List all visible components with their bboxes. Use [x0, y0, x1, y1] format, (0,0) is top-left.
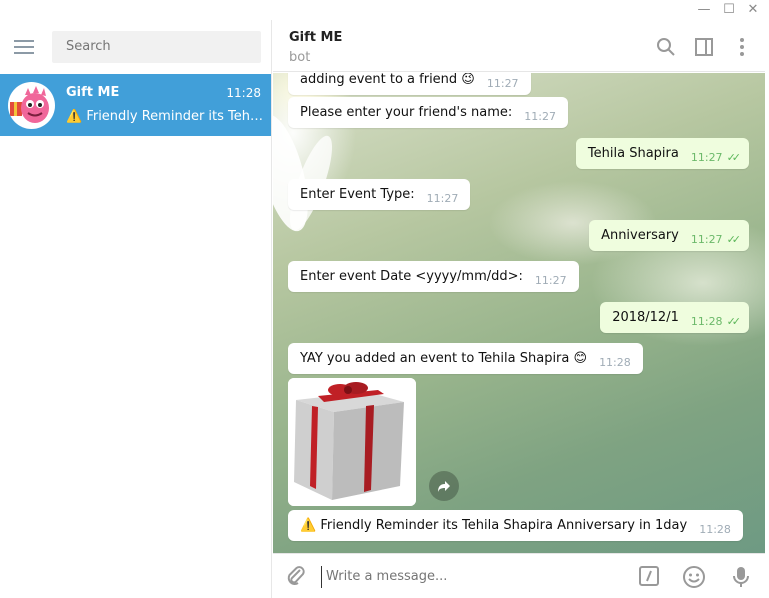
- scrollbar[interactable]: [765, 20, 769, 598]
- bot-command-icon[interactable]: [637, 565, 661, 589]
- chat-header: Gift ME bot: [273, 20, 769, 72]
- avatar: [8, 82, 55, 129]
- message-in: Enter Event Type: 11:27: [288, 179, 471, 210]
- message-in: adding event to a friend 😉 11:27: [288, 73, 531, 95]
- gift-photo[interactable]: [288, 378, 416, 506]
- search-input[interactable]: [52, 31, 261, 63]
- emoji-icon[interactable]: [682, 565, 706, 589]
- message-out: Anniversary 11:27 ✓✓: [589, 220, 749, 251]
- chat-list-item[interactable]: Gift ME 11:28 ⚠️ Friendly Reminder its T…: [0, 74, 271, 136]
- message-in: YAY you added an event to Tehila Shapira…: [288, 343, 643, 374]
- message-input[interactable]: [321, 566, 621, 588]
- message-in: Enter event Date <yyyy/mm/dd>: 11:27: [288, 261, 579, 292]
- read-ticks-icon: ✓✓: [726, 315, 742, 328]
- search-icon[interactable]: [655, 36, 677, 58]
- sidebar: Gift ME 11:28 ⚠️ Friendly Reminder its T…: [0, 20, 272, 598]
- message-composer: [273, 553, 769, 598]
- message-out: 2018/12/1 11:28 ✓✓: [600, 302, 749, 333]
- message-in: ⚠️ Friendly Reminder its Tehila Shapira …: [288, 510, 743, 541]
- chat-title[interactable]: Gift ME: [289, 30, 342, 45]
- chat-time: 11:28: [226, 86, 261, 100]
- menu-icon[interactable]: [14, 40, 34, 54]
- message-out: Tehila Shapira 11:27 ✓✓: [575, 138, 749, 169]
- sidebar-toggle-icon[interactable]: [693, 36, 715, 58]
- chat-name: Gift ME: [66, 85, 120, 100]
- message-history[interactable]: adding event to a friend 😉 11:27 Please e…: [273, 73, 769, 553]
- close-button[interactable]: ✕: [742, 2, 764, 18]
- maximize-button[interactable]: ☐: [718, 2, 740, 18]
- share-icon[interactable]: [429, 471, 459, 501]
- more-icon[interactable]: [731, 36, 753, 58]
- read-ticks-icon: ✓✓: [726, 151, 742, 164]
- attach-icon[interactable]: [285, 564, 307, 591]
- window-titlebar: — ☐ ✕: [0, 0, 769, 20]
- read-ticks-icon: ✓✓: [726, 233, 742, 246]
- chat-subtitle: bot: [289, 50, 311, 65]
- minimize-button[interactable]: —: [693, 2, 715, 18]
- message-in: Please enter your friend's name: 11:27: [288, 97, 568, 128]
- chat-preview: ⚠️ Friendly Reminder its Tehila Shapira …: [66, 109, 264, 124]
- microphone-icon[interactable]: [729, 565, 753, 589]
